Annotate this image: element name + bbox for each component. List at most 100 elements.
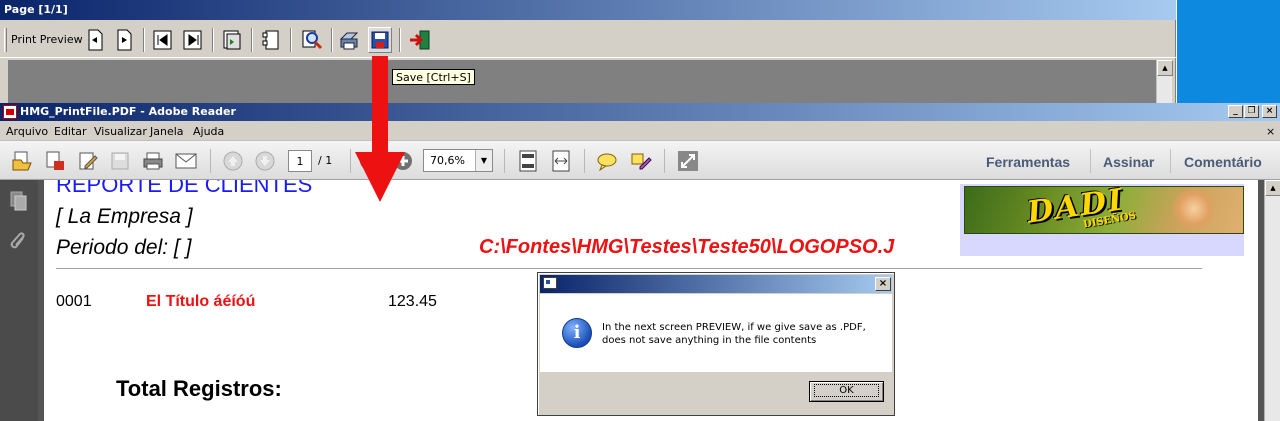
scroll-up-icon[interactable]: ▲ — [1265, 180, 1280, 196]
zoom-value: 70,6% — [430, 154, 465, 167]
annotation-arrow — [355, 56, 405, 202]
fit-width-icon — [552, 150, 570, 172]
expand-icon — [678, 151, 698, 171]
attachment-icon[interactable] — [9, 232, 29, 254]
message-dialog: × i In the next screen PREVIEW, if we gi… — [537, 272, 895, 416]
last-page-button[interactable] — [181, 27, 205, 53]
highlight-icon — [631, 153, 652, 170]
print-file-icon — [143, 152, 163, 170]
preview-canvas — [8, 60, 1156, 104]
report-period: Periodo del: [ ] — [56, 236, 192, 259]
close-button[interactable]: × — [1262, 105, 1277, 118]
dialog-message: In the next screen PREVIEW, if we give s… — [602, 321, 866, 347]
print-icon — [339, 32, 359, 50]
ok-button[interactable]: OK — [809, 381, 884, 402]
exit-button[interactable] — [408, 27, 432, 53]
document-close-button[interactable]: × — [1266, 125, 1275, 138]
menu-visualizar[interactable]: Visualizar — [94, 125, 147, 138]
print-preview-window: Page [1/1] Print Preview ▲ — [0, 0, 1176, 104]
reader-title-bar: HMG_PrintFile.PDF - Adobe Reader — [0, 103, 1280, 121]
sign-link[interactable]: Assinar — [1103, 154, 1154, 170]
toolbar-separator — [399, 28, 401, 52]
toolbar-separator — [1170, 149, 1171, 173]
toolbar-separator — [210, 149, 211, 173]
fit-page-icon — [519, 150, 537, 172]
page-number-input[interactable] — [288, 150, 312, 172]
arrow-up-icon — [223, 151, 243, 171]
toolbar-separator — [504, 149, 505, 173]
page-setup-button[interactable] — [259, 27, 283, 53]
dialog-body: i In the next screen PREVIEW, if we give… — [540, 294, 892, 372]
next-page-icon — [117, 29, 132, 51]
edit-icon — [79, 152, 98, 170]
reader-toolbar: / 1 70,6% ▼ Ferramentas A — [0, 140, 1280, 180]
print-button[interactable] — [338, 27, 362, 53]
maximize-button[interactable]: ❐ — [1244, 105, 1259, 118]
toolbar-separator — [664, 149, 665, 173]
toolbar-grip — [4, 28, 7, 52]
tools-link[interactable]: Ferramentas — [986, 154, 1070, 170]
next-page-button[interactable] — [254, 150, 276, 172]
pdf-file-icon — [3, 105, 17, 119]
prev-page-icon — [88, 29, 103, 51]
create-pdf-button[interactable] — [44, 150, 66, 172]
last-page-icon — [183, 30, 202, 50]
menu-janela[interactable]: Janela — [150, 125, 184, 138]
scroll-up-icon[interactable]: ▲ — [1157, 60, 1173, 76]
open-icon — [12, 151, 32, 171]
arrow-down-icon — [255, 151, 275, 171]
full-screen-button[interactable] — [677, 150, 699, 172]
highlight-button[interactable] — [630, 150, 652, 172]
ok-button-label: OK — [814, 384, 879, 397]
prev-page-button[interactable] — [83, 27, 107, 53]
print-file-button[interactable] — [142, 150, 164, 172]
next-page-button[interactable] — [112, 27, 136, 53]
email-button[interactable] — [175, 150, 197, 172]
zoom-select[interactable]: 70,6% ▼ — [423, 149, 493, 172]
save-file-button[interactable] — [109, 150, 131, 172]
menu-editar[interactable]: Editar — [54, 125, 87, 138]
toolbar-separator — [143, 28, 145, 52]
report-divider — [56, 268, 1202, 269]
page-setup-icon — [262, 30, 279, 50]
desktop-background — [1177, 0, 1280, 103]
toolbar-separator — [290, 28, 292, 52]
menu-ajuda[interactable]: Ajuda — [193, 125, 224, 138]
edit-button[interactable] — [77, 150, 99, 172]
row-code: 0001 — [56, 293, 92, 310]
open-button[interactable] — [11, 150, 33, 172]
toolbar-separator — [1090, 149, 1091, 173]
reader-window-title: HMG_PrintFile.PDF - Adobe Reader — [20, 105, 236, 118]
minimize-button[interactable]: _ — [1228, 105, 1243, 118]
navigation-pane — [0, 180, 38, 421]
toolbar-separator — [212, 28, 214, 52]
reader-scrollbar[interactable]: ▲ — [1264, 180, 1280, 421]
fit-width-button[interactable] — [550, 150, 572, 172]
dadi-logo: DADI DISEÑOS — [964, 186, 1244, 234]
pages-panel-icon[interactable] — [9, 190, 29, 212]
logo-path-text: C:\Fontes\HMG\Testes\Teste50\LOGOPSO.J — [479, 236, 895, 258]
save-file-icon — [111, 152, 129, 170]
dialog-close-button[interactable]: × — [875, 277, 891, 291]
dialog-message-line: does not save anything in the file conte… — [602, 335, 817, 346]
app-window-icon — [543, 277, 557, 289]
report-company: [ La Empresa ] — [56, 205, 193, 228]
zoom-button[interactable] — [220, 27, 244, 53]
save-icon — [371, 31, 389, 49]
fit-page-button[interactable] — [517, 150, 539, 172]
chevron-down-icon[interactable]: ▼ — [475, 150, 492, 171]
toolbar-separator — [331, 28, 333, 52]
flower-image — [1171, 189, 1217, 229]
preview-scrollbar[interactable]: ▲ — [1156, 60, 1173, 104]
first-page-button[interactable] — [151, 27, 175, 53]
toolbar-separator — [584, 149, 585, 173]
menu-arquivo[interactable]: Arquivo — [6, 125, 48, 138]
email-icon — [175, 153, 197, 169]
comment-button[interactable] — [596, 150, 618, 172]
save-button[interactable] — [368, 27, 392, 53]
comment-link[interactable]: Comentário — [1184, 154, 1262, 170]
dialog-title-bar: × — [540, 275, 892, 293]
previous-page-button[interactable] — [222, 150, 244, 172]
find-button[interactable] — [300, 27, 324, 53]
find-icon — [302, 30, 323, 50]
